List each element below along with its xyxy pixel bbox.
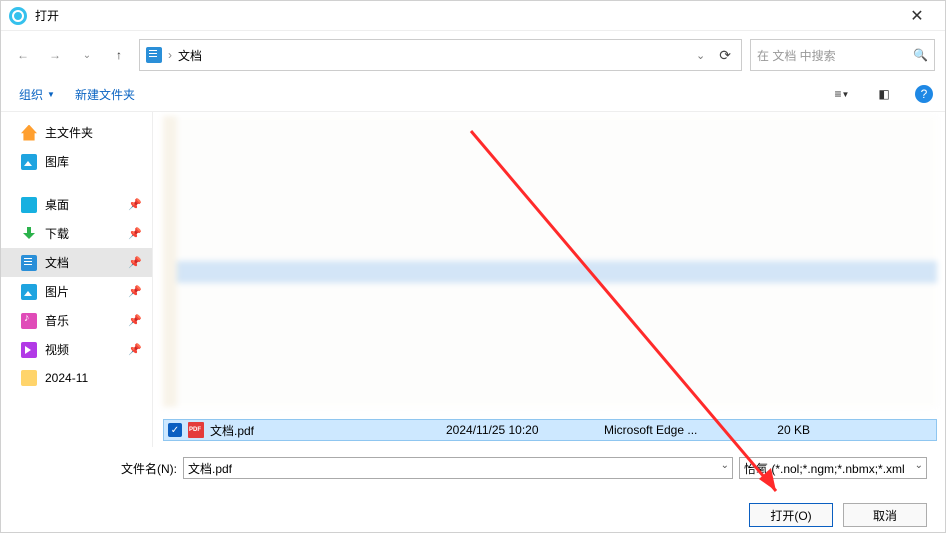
filename-input[interactable] — [183, 457, 733, 479]
sidebar-item-music[interactable]: 音乐 📌 — [1, 306, 152, 335]
blurred-content — [163, 116, 937, 407]
pin-icon: 📌 — [128, 343, 142, 356]
folder-icon — [21, 370, 37, 386]
home-icon — [21, 125, 37, 141]
sidebar-item-folder[interactable]: 2024-11 — [1, 364, 152, 392]
sidebar-item-home[interactable]: 主文件夹 — [1, 118, 152, 147]
documents-icon — [21, 255, 37, 271]
new-folder-button[interactable]: 新建文件夹 — [75, 86, 135, 103]
filename-label: 文件名(N): — [121, 460, 177, 477]
sidebar-item-label: 2024-11 — [45, 371, 88, 385]
sidebar-item-label: 下载 — [45, 225, 69, 242]
search-input[interactable]: 在 文档 中搜索 🔍 — [750, 39, 935, 71]
help-icon[interactable]: ? — [915, 85, 933, 103]
videos-icon — [21, 342, 37, 358]
sidebar-item-label: 音乐 — [45, 312, 69, 329]
pin-icon: 📌 — [128, 227, 142, 240]
file-size: 20 KB — [760, 423, 816, 437]
music-icon — [21, 313, 37, 329]
preview-pane-toggle[interactable]: ◧ — [873, 83, 895, 105]
sidebar: 主文件夹 图库 桌面 📌 下载 📌 文档 📌 图片 📌 音 — [1, 112, 153, 447]
sidebar-item-label: 视频 — [45, 341, 69, 358]
new-folder-label: 新建文件夹 — [75, 86, 135, 103]
cancel-button[interactable]: 取消 — [843, 503, 927, 527]
filetype-filter[interactable] — [739, 457, 927, 479]
sidebar-item-label: 桌面 — [45, 196, 69, 213]
dialog-title: 打开 — [35, 7, 59, 24]
sidebar-item-label: 主文件夹 — [45, 124, 93, 141]
pdf-icon: PDF — [188, 422, 204, 438]
sidebar-item-gallery[interactable]: 图库 — [1, 147, 152, 176]
pin-icon: 📌 — [128, 285, 142, 298]
sidebar-item-label: 图片 — [45, 283, 69, 300]
sidebar-item-pictures[interactable]: 图片 📌 — [1, 277, 152, 306]
sidebar-item-downloads[interactable]: 下载 📌 — [1, 219, 152, 248]
toolbar: 组织 ▼ 新建文件夹 ≡ ▼ ◧ ? — [1, 79, 945, 112]
dialog-footer: 文件名(N): ⌄ ⌄ 打开(O) 取消 — [1, 447, 945, 539]
file-date: 2024/11/25 10:20 — [446, 423, 598, 437]
address-bar[interactable]: › 文档 ⌄ ⟳ — [139, 39, 742, 71]
file-name: 文档.pdf — [210, 422, 440, 439]
checkbox-checked-icon[interactable]: ✓ — [168, 423, 182, 437]
organize-menu[interactable]: 组织 ▼ — [19, 86, 55, 103]
file-list-pane[interactable]: ✓ PDF 文档.pdf 2024/11/25 10:20 Microsoft … — [153, 112, 945, 447]
desktop-icon — [21, 197, 37, 213]
file-type: Microsoft Edge ... — [604, 423, 754, 437]
gallery-icon — [21, 154, 37, 170]
location-icon — [146, 47, 162, 63]
chevron-right-icon: › — [168, 48, 172, 62]
nav-row: ← → ⌄ ↑ › 文档 ⌄ ⟳ 在 文档 中搜索 🔍 — [1, 31, 945, 79]
pin-icon: 📌 — [128, 198, 142, 211]
close-icon[interactable]: ✕ — [897, 6, 937, 26]
search-placeholder: 在 文档 中搜索 — [757, 47, 836, 64]
pin-icon: 📌 — [128, 314, 142, 327]
forward-button[interactable]: → — [43, 43, 67, 67]
chevron-down-icon: ▼ — [47, 90, 55, 99]
search-icon: 🔍 — [913, 48, 928, 62]
file-row[interactable]: ✓ PDF 文档.pdf 2024/11/25 10:20 Microsoft … — [163, 419, 937, 441]
download-icon — [21, 226, 37, 242]
title-bar: 打开 ✕ — [1, 1, 945, 31]
up-button[interactable]: ↑ — [107, 43, 131, 67]
pictures-icon — [21, 284, 37, 300]
view-menu[interactable]: ≡ ▼ — [831, 83, 853, 105]
sidebar-item-desktop[interactable]: 桌面 📌 — [1, 190, 152, 219]
open-button[interactable]: 打开(O) — [749, 503, 833, 527]
sidebar-item-documents[interactable]: 文档 📌 — [1, 248, 152, 277]
back-button[interactable]: ← — [11, 43, 35, 67]
app-icon — [9, 7, 27, 25]
recent-dropdown[interactable]: ⌄ — [75, 43, 99, 67]
sidebar-item-videos[interactable]: 视频 📌 — [1, 335, 152, 364]
organize-label: 组织 — [19, 86, 43, 103]
address-history-dropdown[interactable]: ⌄ — [692, 45, 709, 66]
pin-icon: 📌 — [128, 256, 142, 269]
sidebar-item-label: 图库 — [45, 153, 69, 170]
refresh-icon[interactable]: ⟳ — [715, 43, 735, 68]
sidebar-item-label: 文档 — [45, 254, 69, 271]
breadcrumb-current[interactable]: 文档 — [178, 47, 202, 64]
